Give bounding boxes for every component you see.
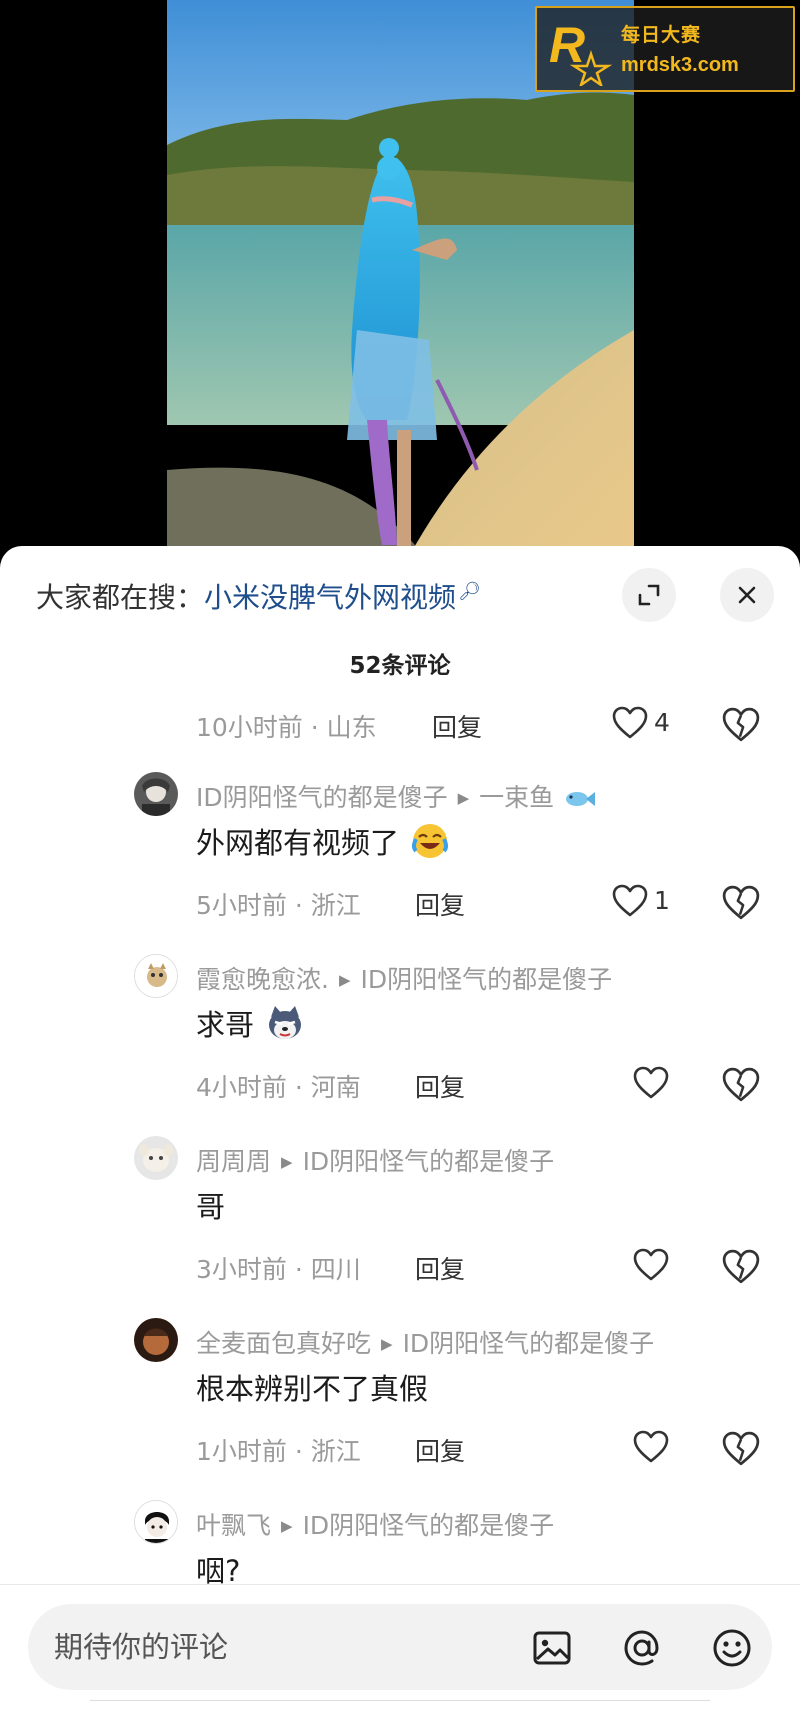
comment-usernames: ID阴阳怪气的都是傻子 ▶ 一束鱼 <box>196 778 596 814</box>
bottom-tab-hint <box>90 1700 710 1710</box>
broken-heart-icon[interactable] <box>722 706 760 744</box>
like-count: 1 <box>654 886 670 915</box>
comment-text: 哥 <box>0 1182 800 1238</box>
comment-item: 全麦面包真好吃 ▶ ID阴阳怪气的都是傻子 根本辨别不了真假 1小时前 · 浙江 回… <box>0 1316 800 1476</box>
husky-emoji-icon <box>269 1006 302 1039</box>
comment-usernames: 叶飘飞 ▶ ID阴阳怪气的都是傻子 <box>196 1506 554 1542</box>
search-hint-prefix: 大家都在搜： <box>36 581 205 614</box>
broken-heart-icon[interactable] <box>722 884 760 922</box>
comment-item: 周周周 ▶ ID阴阳怪气的都是傻子 哥 3小时前 · 四川 回复 <box>0 1134 800 1294</box>
avatar[interactable] <box>134 1500 178 1544</box>
like-button[interactable] <box>633 1246 713 1286</box>
at-icon[interactable] <box>620 1626 664 1670</box>
divider <box>0 1584 800 1585</box>
comment-meta: 4小时前 · 河南 回复 <box>0 1056 800 1112</box>
like-count: 4 <box>654 708 670 737</box>
reply-target[interactable]: 一束鱼 <box>479 783 554 812</box>
comment-author[interactable]: 全麦面包真好吃 <box>196 1329 371 1358</box>
image-icon[interactable] <box>530 1626 574 1670</box>
comment-item: ID阴阳怪气的都是傻子 ▶ 一束鱼 外网都有视频了 5小时前 · 浙江 回复 1 <box>0 770 800 930</box>
expand-icon <box>638 584 660 606</box>
comment-time-location: 3小时前 · 四川 <box>196 1255 361 1284</box>
emoji-icon[interactable] <box>710 1626 754 1670</box>
reply-target[interactable]: ID阴阳怪气的都是傻子 <box>361 965 613 994</box>
close-icon <box>738 586 756 604</box>
comment-text: 求哥 <box>0 1000 800 1056</box>
close-button[interactable] <box>720 568 774 622</box>
comment-time-location: 1小时前 · 浙江 <box>196 1437 361 1466</box>
heart-icon <box>633 1430 669 1463</box>
comment-text: 咽? <box>0 1546 800 1602</box>
fish-emoji-icon <box>566 792 596 806</box>
comment-usernames: 周周周 ▶ ID阴阳怪气的都是傻子 <box>196 1142 554 1178</box>
reply-button[interactable]: 回复 <box>415 1068 465 1104</box>
reply-target[interactable]: ID阴阳怪气的都是傻子 <box>403 1329 655 1358</box>
heart-icon <box>633 1066 669 1099</box>
avatar[interactable] <box>134 954 178 998</box>
reply-button[interactable]: 回复 <box>415 886 465 922</box>
comment-meta: 1小时前 · 浙江 回复 <box>0 1420 800 1476</box>
comment-author[interactable]: 叶飘飞 <box>196 1511 271 1540</box>
like-button[interactable]: 4 <box>612 704 692 744</box>
comment-sheet: 大家都在搜：小米没脾气外网视频🔎︎ 52条评论 10小时前 · 山东 回复 4 <box>0 546 800 1710</box>
video-player[interactable]: R 每日大赛 mrdsk3.com <box>0 0 800 560</box>
reply-button[interactable]: 回复 <box>432 708 482 744</box>
comment-author[interactable]: ID阴阳怪气的都是傻子 <box>196 783 448 812</box>
comment-meta: 3小时前 · 四川 回复 <box>0 1238 800 1294</box>
search-icon: 🔎︎ <box>458 580 481 602</box>
comment-time-location: 10小时前 · 山东 <box>196 713 377 742</box>
comment-author[interactable]: 周周周 <box>196 1147 271 1176</box>
avatar[interactable] <box>134 1136 178 1180</box>
broken-heart-icon[interactable] <box>722 1430 760 1468</box>
comment-text: 根本辨别不了真假 <box>0 1364 800 1420</box>
reply-arrow-icon: ▶ <box>457 789 470 807</box>
comment-item: 霞愈晚愈浓. ▶ ID阴阳怪气的都是傻子 求哥 4小时前 · 河南 回复 <box>0 952 800 1112</box>
comment-time-location: 5小时前 · 浙江 <box>196 891 361 920</box>
heart-icon <box>612 706 648 739</box>
reply-button[interactable]: 回复 <box>415 1432 465 1468</box>
watermark-logo-icon: R <box>549 17 613 86</box>
watermark-url: mrdsk3.com <box>621 54 739 76</box>
comment-text: 外网都有视频了 <box>0 818 800 874</box>
reply-arrow-icon: ▶ <box>281 1517 293 1535</box>
comment-text-body: 根本辨别不了真假 <box>196 1372 429 1406</box>
trending-search-hint[interactable]: 大家都在搜：小米没脾气外网视频 🔎︎ <box>36 576 481 616</box>
watermark-badge: R 每日大赛 mrdsk3.com <box>535 6 795 92</box>
comment-author[interactable]: 霞愈晚愈浓. <box>196 965 329 994</box>
comment-item: 叶飘飞 ▶ ID阴阳怪气的都是傻子 咽? <box>0 1498 800 1602</box>
reply-arrow-icon: ▶ <box>338 971 351 989</box>
watermark-title: 每日大赛 <box>621 24 702 46</box>
like-button[interactable] <box>633 1064 713 1104</box>
search-keyword-link[interactable]: 小米没脾气外网视频 <box>204 581 456 614</box>
comment-input-bar[interactable] <box>28 1604 772 1690</box>
broken-heart-icon[interactable] <box>722 1066 760 1104</box>
comment-text-body: 外网都有视频了 <box>196 826 400 860</box>
avatar[interactable] <box>134 772 178 816</box>
heart-icon <box>633 1248 669 1281</box>
like-button[interactable]: 1 <box>612 882 692 922</box>
comment-input[interactable] <box>54 1622 494 1672</box>
laugh-cry-emoji-icon <box>412 824 449 858</box>
comment-text-body: 咽? <box>196 1554 241 1588</box>
comment-list[interactable]: 10小时前 · 山东 回复 4 ID阴阳怪气的都是傻子 ▶ 一束鱼 外网都有视频了 <box>0 696 800 1602</box>
comment-usernames: 霞愈晚愈浓. ▶ ID阴阳怪气的都是傻子 <box>196 960 612 996</box>
expand-button[interactable] <box>622 568 676 622</box>
comment-count: 52条评论 <box>349 653 451 679</box>
reply-button[interactable]: 回复 <box>415 1250 465 1286</box>
reply-arrow-icon: ▶ <box>281 1153 293 1171</box>
comment-usernames: 全麦面包真好吃 ▶ ID阴阳怪气的都是傻子 <box>196 1324 654 1360</box>
comment-text-body: 哥 <box>196 1190 226 1224</box>
reply-target[interactable]: ID阴阳怪气的都是傻子 <box>303 1511 555 1540</box>
reply-arrow-icon: ▶ <box>381 1335 393 1353</box>
comment-time-location: 4小时前 · 河南 <box>196 1073 361 1102</box>
comment-meta: 5小时前 · 浙江 回复 1 <box>0 874 800 930</box>
like-button[interactable] <box>633 1428 713 1468</box>
comment-meta: 10小时前 · 山东 回复 4 <box>0 696 800 752</box>
comment-text-body: 求哥 <box>196 1008 255 1042</box>
broken-heart-icon[interactable] <box>722 1248 760 1286</box>
avatar[interactable] <box>134 1318 178 1362</box>
heart-icon <box>612 884 648 917</box>
svg-text:R: R <box>549 17 585 73</box>
reply-target[interactable]: ID阴阳怪气的都是傻子 <box>303 1147 555 1176</box>
